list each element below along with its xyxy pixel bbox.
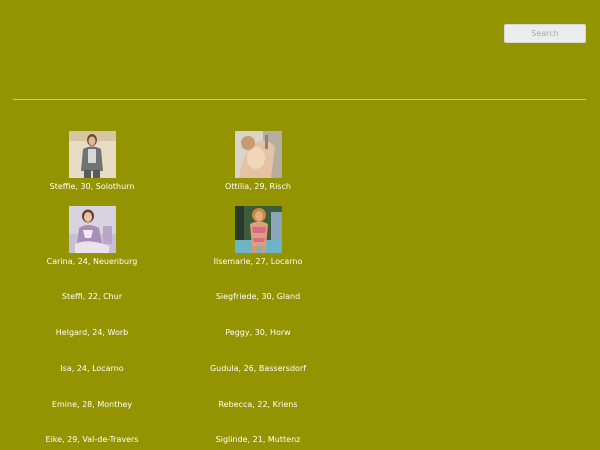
profile-card[interactable]: Gudula, 26, Bassersdorf	[173, 364, 343, 374]
profile-caption: Rebecca, 22, Kriens	[218, 400, 298, 409]
profile-photo-image	[68, 131, 116, 178]
profile-caption: Isa, 24, Locarno	[60, 364, 124, 373]
profile-caption: Ilsemarie, 27, Locarno	[213, 257, 303, 266]
profile-card[interactable]: Ilsemarie, 27, Locarno	[173, 206, 343, 267]
profile-card[interactable]: Carina, 24, Neuenburg	[7, 206, 177, 267]
profile-card[interactable]: Peggy, 30, Horw	[173, 328, 343, 338]
profile-caption: Helgard, 24, Worb	[55, 328, 129, 337]
profile-caption: Carina, 24, Neuenburg	[46, 257, 138, 266]
profile-photo[interactable]	[234, 206, 282, 253]
profile-caption: Ottilia, 29, Risch	[225, 182, 291, 191]
profile-card[interactable]: Helgard, 24, Worb	[7, 328, 177, 338]
page: Steffie, 30, Solothurn Ottilia, 29, Risc…	[0, 0, 600, 450]
header-divider	[13, 99, 586, 100]
profile-caption: Steffi, 22, Chur	[61, 292, 123, 301]
profile-caption: Emine, 28, Monthey	[51, 400, 133, 409]
profile-card[interactable]: Steffie, 30, Solothurn	[7, 131, 177, 192]
profile-caption: Siegfriede, 30, Gland	[215, 292, 301, 301]
profile-photo[interactable]	[68, 206, 116, 253]
profile-card[interactable]: Steffi, 22, Chur	[7, 292, 177, 302]
profile-card[interactable]: Siegfriede, 30, Gland	[173, 292, 343, 302]
profile-photo-image	[68, 206, 116, 253]
profile-card[interactable]: Ottilia, 29, Risch	[173, 131, 343, 192]
profile-card[interactable]: Siglinde, 21, Muttenz	[173, 435, 343, 445]
profile-photo[interactable]	[68, 131, 116, 178]
profile-card[interactable]: Isa, 24, Locarno	[7, 364, 177, 374]
profile-caption: Gudula, 26, Bassersdorf	[209, 364, 307, 373]
profile-photo-image	[234, 131, 282, 178]
profile-photo[interactable]	[234, 131, 282, 178]
search-input[interactable]	[504, 24, 586, 43]
profile-caption: Peggy, 30, Horw	[225, 328, 291, 337]
profile-card[interactable]: Rebecca, 22, Kriens	[173, 400, 343, 410]
profile-caption: Eike, 29, Val-de-Travers	[45, 435, 139, 444]
profile-card[interactable]: Eike, 29, Val-de-Travers	[7, 435, 177, 445]
profile-caption: Steffie, 30, Solothurn	[49, 182, 135, 191]
profile-caption: Siglinde, 21, Muttenz	[215, 435, 301, 444]
profile-card[interactable]: Emine, 28, Monthey	[7, 400, 177, 410]
profile-photo-image	[234, 206, 282, 253]
